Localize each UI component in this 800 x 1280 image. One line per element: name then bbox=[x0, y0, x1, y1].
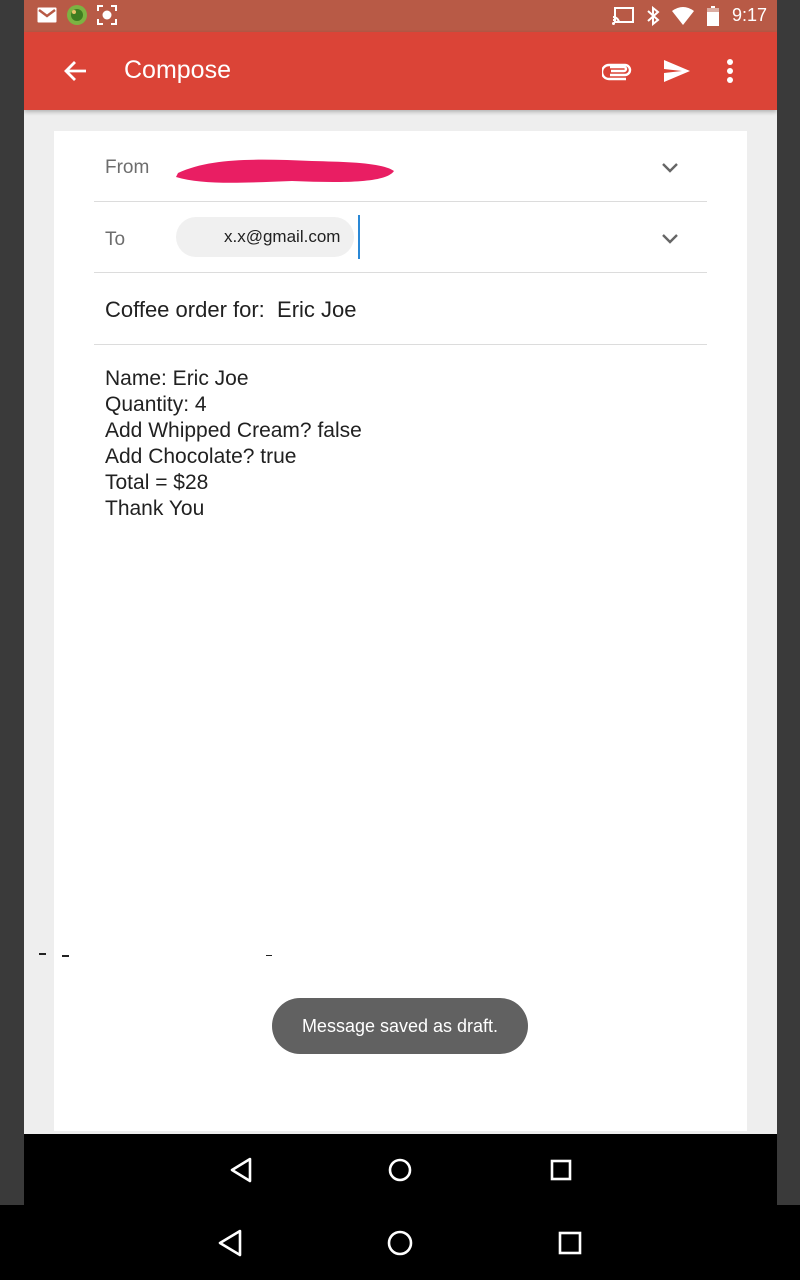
navigation-bar-inner bbox=[24, 1134, 777, 1205]
body-line-whipped-cream: Add Whipped Cream? false bbox=[105, 419, 362, 442]
clock: 9:17 bbox=[731, 5, 767, 25]
attach-icon[interactable] bbox=[600, 58, 632, 84]
system-back-icon[interactable] bbox=[213, 1226, 247, 1260]
to-chevron-down-icon[interactable] bbox=[658, 226, 682, 250]
recipient-chip[interactable]: x.x@gmail.com bbox=[176, 217, 355, 257]
system-home-icon[interactable] bbox=[383, 1226, 417, 1260]
system-recents-icon[interactable] bbox=[553, 1226, 587, 1260]
app-bar: Compose bbox=[24, 32, 777, 110]
navigation-bar bbox=[0, 1205, 800, 1280]
back-arrow-icon[interactable] bbox=[62, 57, 90, 85]
from-chevron-down-icon[interactable] bbox=[658, 155, 682, 179]
compose-card: From To x.x@gmail.com Coffee order for: … bbox=[54, 131, 747, 1131]
artifact-dash bbox=[266, 955, 272, 956]
artifact-dash bbox=[62, 955, 69, 957]
to-label: To bbox=[105, 229, 126, 250]
more-options-icon[interactable] bbox=[720, 56, 740, 86]
body-line-quantity: Quantity: 4 bbox=[105, 393, 207, 416]
nav-back-icon[interactable] bbox=[224, 1153, 258, 1187]
wifi-icon bbox=[671, 6, 694, 26]
from-label: From bbox=[105, 157, 150, 178]
message-body[interactable]: Name: Eric Joe Quantity: 4 Add Whipped C… bbox=[105, 366, 362, 522]
body-line-chocolate: Add Chocolate? true bbox=[105, 445, 297, 468]
page-title: Compose bbox=[124, 56, 231, 84]
body-line-thanks: Thank You bbox=[105, 497, 205, 520]
cast-icon bbox=[611, 6, 634, 26]
nav-home-icon[interactable] bbox=[383, 1153, 417, 1187]
android-icon bbox=[66, 5, 88, 25]
snackbar: Message saved as draft. bbox=[272, 998, 528, 1054]
battery-icon bbox=[702, 5, 724, 26]
redacted-sender bbox=[172, 153, 398, 187]
bluetooth-icon bbox=[642, 5, 664, 26]
subject-field[interactable]: Coffee order for: Eric Joe bbox=[105, 297, 357, 323]
gmail-icon bbox=[36, 5, 58, 25]
body-line-name: Name: Eric Joe bbox=[105, 367, 249, 390]
nav-recents-icon[interactable] bbox=[544, 1153, 578, 1187]
device-screen: 9:17 Compose From To x.x@gmail.com Coffe… bbox=[24, 0, 777, 1205]
status-bar: 9:17 bbox=[24, 0, 777, 32]
screenshot-icon bbox=[96, 5, 118, 25]
text-cursor bbox=[358, 215, 360, 259]
send-icon[interactable] bbox=[662, 56, 692, 86]
artifact-dash bbox=[39, 953, 46, 955]
body-line-total: Total = $28 bbox=[105, 471, 209, 494]
